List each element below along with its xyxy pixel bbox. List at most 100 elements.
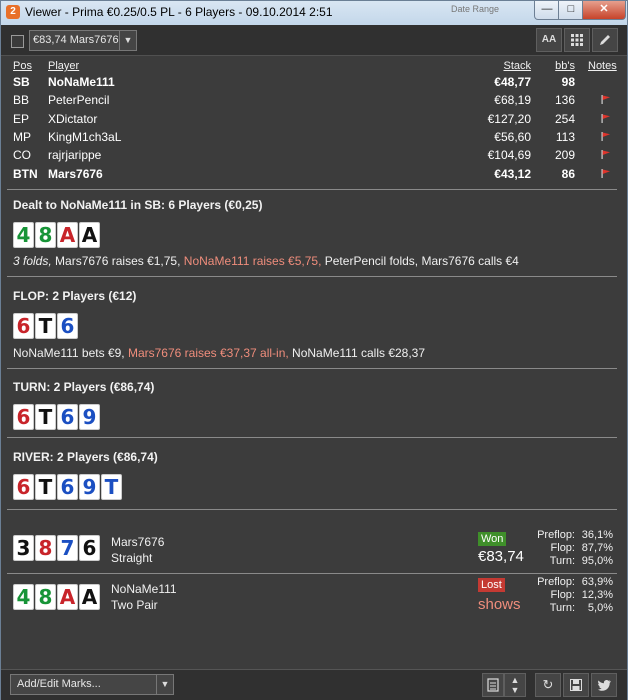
player-position: SB: [13, 75, 30, 89]
equity-stat-label: Flop:: [550, 542, 575, 554]
header-notes: Notes: [588, 60, 617, 72]
preflop-action-folds: 3 folds,: [13, 254, 52, 268]
player-row[interactable]: MP KingM1ch3aL €56,60 113: [1, 128, 627, 146]
updown-spinner[interactable]: ▲ ▼: [504, 673, 526, 697]
playing-card: 6: [13, 313, 34, 339]
shows-label: shows: [478, 596, 521, 613]
equity-stat-row: Turn: 5,0%: [521, 602, 613, 615]
playing-card: A: [79, 584, 100, 610]
playing-card: T: [35, 404, 56, 430]
player-row[interactable]: BTN Mars7676 €43,12 86: [1, 165, 627, 183]
showdown-player-name: Mars7676: [111, 535, 165, 549]
playing-card: T: [35, 474, 56, 500]
grid-view-button[interactable]: [564, 28, 590, 52]
playing-card: 6: [79, 535, 100, 561]
equity-stat-value: 5,0%: [587, 602, 613, 614]
replay-button[interactable]: ↻: [535, 673, 561, 697]
playing-card: 4: [13, 584, 34, 610]
player-row[interactable]: BB PeterPencil €68,19 136: [1, 91, 627, 109]
equity-stat-row: Preflop: 36,1%: [521, 529, 613, 542]
header-player: Player: [48, 60, 80, 72]
divider: [7, 276, 617, 277]
river-cards: 6T69T: [13, 474, 123, 500]
player-bbs: 98: [561, 75, 575, 89]
player-name: KingM1ch3aL: [48, 129, 122, 144]
playing-card: 6: [13, 474, 34, 500]
turn-title: TURN: 2 Players (€86,74): [13, 380, 155, 394]
divider: [7, 437, 617, 438]
equity-stat-label: Preflop:: [537, 576, 575, 588]
preflop-action-hero-raise: NoNaMe111 raises €5,75,: [180, 254, 322, 268]
notes-button[interactable]: [482, 673, 504, 697]
maximize-button[interactable]: □: [558, 1, 584, 20]
player-name: PeterPencil: [48, 93, 110, 108]
marks-dropdown[interactable]: Add/Edit Marks... ▼: [10, 674, 174, 695]
equity-stat-value: 63,9%: [581, 576, 613, 588]
playing-card: 3: [13, 535, 34, 561]
header-bbs: bb's: [555, 60, 575, 72]
pencil-icon: [600, 35, 610, 45]
playing-card: 9: [79, 404, 100, 430]
playing-card: T: [101, 474, 122, 500]
preflop-action-raise: Mars7676 raises €1,75,: [51, 254, 181, 268]
playing-card: T: [35, 313, 56, 339]
player-row[interactable]: CO rajrjarippe €104,69 209: [1, 146, 627, 164]
equity-stats: Preflop: 63,9% Flop: 12,3% Turn: 5,0%: [521, 576, 613, 615]
title-bar: 2 Viewer - Prima €0.25/0.5 PL - 6 Player…: [1, 1, 627, 25]
flop-title: FLOP: 2 Players (€12): [13, 289, 137, 303]
playing-card: 7: [57, 535, 78, 561]
grid-icon: [571, 34, 583, 46]
playing-card: 6: [57, 313, 78, 339]
note-flag-icon[interactable]: [601, 168, 611, 178]
notepad-icon: [487, 678, 499, 692]
showdown-cards-winner: 3876: [13, 535, 101, 561]
background-tab-text: Date Range: [451, 4, 500, 14]
equity-stat-label: Turn:: [549, 555, 575, 567]
player-position: CO: [13, 148, 31, 163]
preflop-actions: 3 folds, Mars7676 raises €1,75, NoNaMe11…: [13, 254, 519, 268]
note-flag-icon[interactable]: [601, 150, 611, 160]
viewer-window: 2 Viewer - Prima €0.25/0.5 PL - 6 Player…: [0, 0, 628, 700]
player-bbs: 86: [561, 166, 575, 181]
playing-card: 8: [35, 584, 56, 610]
marks-label: Add/Edit Marks...: [17, 678, 101, 690]
equity-stat-value: 95,0%: [581, 555, 613, 567]
header-pos: Pos: [13, 60, 32, 72]
equity-stats: Preflop: 36,1% Flop: 87,7% Turn: 95,0%: [521, 529, 613, 568]
playing-card: A: [57, 222, 78, 248]
equity-stat-row: Turn: 95,0%: [521, 555, 613, 568]
font-size-button[interactable]: AA: [536, 28, 562, 52]
river-title: RIVER: 2 Players (€86,74): [13, 450, 158, 464]
note-flag-icon[interactable]: [601, 113, 611, 123]
player-position: MP: [13, 129, 31, 144]
playing-card: A: [57, 584, 78, 610]
hand-selector-dropdown[interactable]: €83,74 Mars7676 ▼: [29, 30, 137, 51]
playing-card: 8: [35, 222, 56, 248]
showdown-hand-rank: Two Pair: [111, 598, 158, 612]
equity-stat-label: Turn:: [549, 602, 575, 614]
divider: [7, 189, 617, 190]
chevron-down-icon[interactable]: ▼: [156, 675, 173, 694]
save-button[interactable]: [563, 673, 589, 697]
toolbar: €83,74 Mars7676 ▼ AA: [1, 25, 627, 56]
playing-card: 6: [57, 474, 78, 500]
select-checkbox[interactable]: [11, 35, 24, 48]
playing-card: 8: [35, 535, 56, 561]
minimize-button[interactable]: —: [534, 1, 560, 20]
equity-stat-value: 36,1%: [581, 529, 613, 541]
note-flag-icon[interactable]: [601, 95, 611, 105]
close-button[interactable]: ✕: [582, 1, 626, 20]
footer-bar: Add/Edit Marks... ▼ ▲ ▼ ↻: [1, 669, 627, 700]
equity-stat-value: 12,3%: [581, 589, 613, 601]
preflop-title: Dealt to NoNaMe111 in SB: 6 Players (€0,…: [13, 198, 263, 212]
player-row[interactable]: EP XDictator €127,20 254: [1, 110, 627, 128]
chevron-down-icon[interactable]: ▼: [119, 31, 136, 50]
player-bbs: 136: [554, 93, 575, 108]
flop-action-bet: NoNaMe111 bets €9,: [13, 346, 125, 360]
player-row[interactable]: SB NoNaMe111 €48,77 98: [1, 73, 627, 91]
note-flag-icon[interactable]: [601, 131, 611, 141]
twitter-share-button[interactable]: [591, 673, 617, 697]
divider: [7, 509, 617, 510]
edit-button[interactable]: [592, 28, 618, 52]
won-badge: Won: [478, 532, 507, 546]
